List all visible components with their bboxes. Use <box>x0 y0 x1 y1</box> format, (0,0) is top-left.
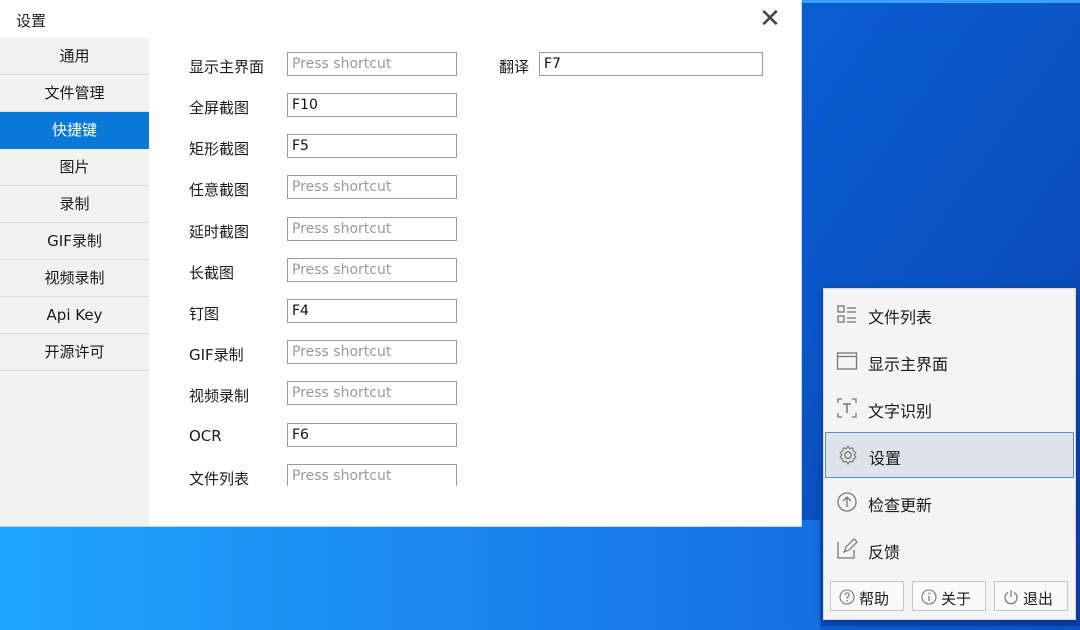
scroll-clip <box>149 486 801 526</box>
shortcut-input-gif[interactable] <box>287 340 457 364</box>
shortcut-input-ocr[interactable] <box>287 423 457 447</box>
sidebar-item-api-key[interactable]: Api Key <box>0 297 149 334</box>
power-icon <box>1004 590 1018 605</box>
menu-item-text-recognition[interactable]: 文字识别 <box>824 385 1075 431</box>
menu-item-label: 设置 <box>869 449 902 468</box>
text-recognition-icon <box>837 398 857 418</box>
shortcut-input-rectangle[interactable] <box>287 134 457 158</box>
settings-sidebar: 通用 文件管理 快捷键 图片 录制 GIF录制 视频录制 Api Key 开源许… <box>0 38 149 526</box>
sidebar-item-image[interactable]: 图片 <box>0 149 149 186</box>
shortcut-label: GIF录制 <box>189 346 244 364</box>
shortcut-label: 任意截图 <box>189 181 250 199</box>
shortcut-label: 视频录制 <box>189 387 250 405</box>
gear-icon <box>839 444 857 466</box>
shortcut-input-show-main[interactable] <box>287 52 457 76</box>
title-bar[interactable]: 设置 ✕ <box>0 0 801 38</box>
shortcut-label: 钉图 <box>189 305 220 323</box>
shortcut-label: OCR <box>189 427 222 445</box>
menu-item-feedback[interactable]: 反馈 <box>824 526 1075 572</box>
help-label: 帮助 <box>859 590 890 608</box>
shortcut-label: 延时截图 <box>189 223 250 241</box>
exit-label: 退出 <box>1023 590 1054 608</box>
menu-item-label: 检查更新 <box>868 496 933 515</box>
menu-item-show-main[interactable]: 显示主界面 <box>824 338 1075 384</box>
help-button[interactable]: 帮助 <box>830 581 904 611</box>
desktop-background-glow <box>0 520 820 630</box>
sidebar-item-shortcuts[interactable]: 快捷键 <box>0 112 149 149</box>
menu-item-check-update[interactable]: 检查更新 <box>824 479 1075 525</box>
shortcut-input-file-list[interactable] <box>287 464 457 488</box>
window-title: 设置 <box>16 12 47 30</box>
menu-item-label: 反馈 <box>868 543 901 562</box>
shortcut-input-pin[interactable] <box>287 299 457 323</box>
edit-icon <box>837 538 858 559</box>
tray-menu: 文件列表 显示主界面 文字识别 设置 检查更新 反馈 帮助 关于 退出 <box>823 288 1076 620</box>
sidebar-item-gif-recording[interactable]: GIF录制 <box>0 223 149 260</box>
menu-item-label: 显示主界面 <box>868 355 949 374</box>
arrow-up-circle-icon <box>837 492 857 512</box>
about-button[interactable]: 关于 <box>912 581 986 611</box>
shortcut-label: 长截图 <box>189 264 235 282</box>
list-icon <box>837 305 856 323</box>
about-label: 关于 <box>941 590 972 608</box>
menu-item-settings[interactable]: 设置 <box>825 432 1074 478</box>
menu-item-label: 文件列表 <box>868 308 933 327</box>
shortcut-input-translate[interactable] <box>539 52 763 76</box>
sidebar-item-video-recording[interactable]: 视频录制 <box>0 260 149 297</box>
menu-item-file-list[interactable]: 文件列表 <box>824 291 1075 337</box>
close-button[interactable]: ✕ <box>753 4 787 34</box>
shortcut-input-fullscreen[interactable] <box>287 93 457 117</box>
sidebar-item-open-source-license[interactable]: 开源许可 <box>0 334 149 371</box>
sidebar-item-recording[interactable]: 录制 <box>0 186 149 223</box>
info-icon <box>921 589 937 605</box>
sidebar-item-file-management[interactable]: 文件管理 <box>0 75 149 112</box>
shortcut-label: 全屏截图 <box>189 99 250 117</box>
exit-button[interactable]: 退出 <box>994 581 1068 611</box>
settings-window: 设置 ✕ 通用 文件管理 快捷键 图片 录制 GIF录制 视频录制 Api Ke… <box>0 0 801 526</box>
window-icon <box>836 352 858 370</box>
sidebar-item-general[interactable]: 通用 <box>0 38 149 75</box>
shortcut-label: 显示主界面 <box>189 58 265 76</box>
shortcut-input-long[interactable] <box>287 258 457 282</box>
shortcuts-panel: 显示主界面 全屏截图 矩形截图 任意截图 延时截图 长截图 钉图 GIF录制 <box>149 38 801 526</box>
shortcut-input-video[interactable] <box>287 381 457 405</box>
shortcut-input-freeform[interactable] <box>287 175 457 199</box>
menu-item-label: 文字识别 <box>868 402 933 421</box>
shortcut-label: 矩形截图 <box>189 140 250 158</box>
help-icon <box>839 589 855 605</box>
shortcut-input-delayed[interactable] <box>287 217 457 241</box>
